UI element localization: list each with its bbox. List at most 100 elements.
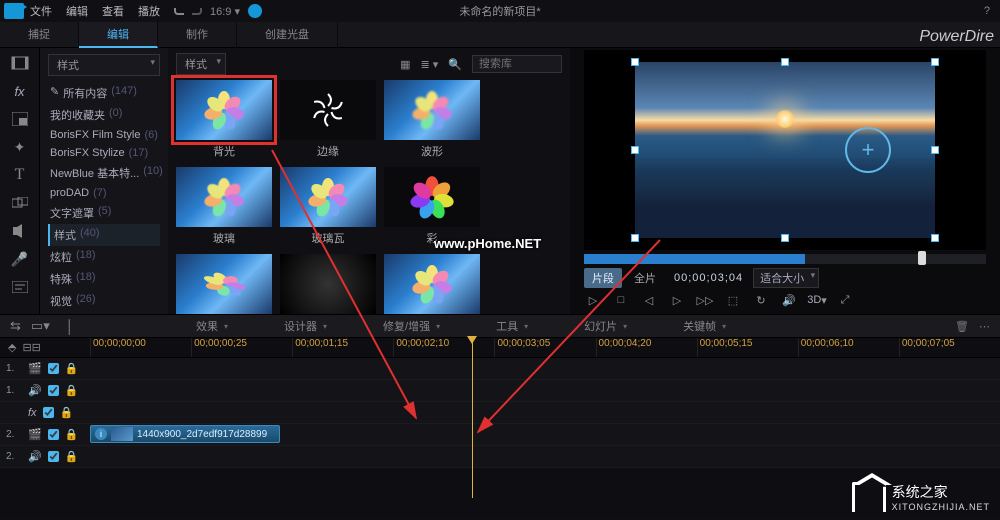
fit-dropdown[interactable]: 适合大小 <box>753 268 819 288</box>
effect-thumb[interactable] <box>176 254 272 314</box>
menu-play[interactable]: 播放 <box>138 3 160 19</box>
redo-icon[interactable] <box>192 8 202 15</box>
track-lane[interactable] <box>90 402 1000 423</box>
rail-voice-icon[interactable]: 🎤 <box>9 250 31 268</box>
tool-fix[interactable]: 修复/增强 <box>355 318 468 334</box>
aspect-dropdown[interactable]: 16:9 ▾ <box>210 5 240 18</box>
effect-card[interactable]: 背光 <box>176 80 272 159</box>
track-enable-checkbox[interactable] <box>48 384 59 397</box>
effect-card[interactable]: 彩 <box>384 167 480 246</box>
sidebar-item-borisfx-stylize[interactable]: BorisFX Stylize(17) <box>48 144 160 162</box>
track-lock-icon[interactable]: 🔒 <box>60 406 74 419</box>
prev-frame-button[interactable]: ◁ <box>640 292 658 308</box>
split-icon[interactable]: ⊟⊟ <box>22 341 40 354</box>
rail-title-icon[interactable]: T <box>9 166 31 184</box>
tool-effect[interactable]: 效果 <box>168 318 256 334</box>
notification-icon[interactable] <box>248 4 262 18</box>
3d-dropdown[interactable]: 3D ▾ <box>808 292 826 308</box>
effect-card[interactable] <box>176 254 272 314</box>
next-frame-button[interactable]: ▷ <box>668 292 686 308</box>
effect-thumb[interactable] <box>384 254 480 314</box>
rail-pip-icon[interactable] <box>9 110 31 128</box>
rail-subtitle-icon[interactable] <box>9 278 31 296</box>
loop-button[interactable]: ↻ <box>752 292 770 308</box>
track-lock-icon[interactable]: 🔒 <box>65 362 79 375</box>
effect-card[interactable]: 边缘 <box>280 80 376 159</box>
category-combo[interactable]: 样式 <box>48 54 160 76</box>
resize-handle[interactable] <box>781 234 789 242</box>
sidebar-item-borisfx-film[interactable]: BorisFX Film Style(6) <box>48 126 160 144</box>
effect-thumb-wave[interactable] <box>384 80 480 140</box>
effect-thumb-edge[interactable] <box>280 80 376 140</box>
sidebar-item-style[interactable]: 样式(40) <box>48 224 160 246</box>
grid-view-icon[interactable]: ▦ <box>400 58 410 71</box>
ruler-ticks[interactable]: 00;00;00;00 00;00;00;25 00;00;01;15 00;0… <box>90 338 1000 357</box>
resize-handle[interactable] <box>631 58 639 66</box>
effect-thumb-backlight[interactable] <box>176 80 272 140</box>
help-button[interactable]: ? <box>984 5 990 17</box>
marker-icon[interactable]: ⬘ <box>8 341 16 354</box>
tool-keyframe[interactable]: 关键帧 <box>655 318 754 334</box>
volume-icon[interactable]: 🔊 <box>780 292 798 308</box>
sidebar-item-favorites[interactable]: 我的收藏夹(0) <box>48 104 160 126</box>
fast-forward-button[interactable]: ▷▷ <box>696 292 714 308</box>
track-lane[interactable] <box>90 358 1000 379</box>
resize-handle[interactable] <box>931 146 939 154</box>
effect-card[interactable] <box>384 254 480 314</box>
resize-handle[interactable] <box>931 234 939 242</box>
track-lane[interactable]: i1440x900_2d7edf917d28899 <box>90 424 1000 445</box>
menu-file[interactable]: 文件 <box>30 3 52 19</box>
track-lock-icon[interactable]: 🔒 <box>65 384 79 397</box>
timeline-clip[interactable]: i1440x900_2d7edf917d28899 <box>90 425 280 443</box>
sidebar-item-textmask[interactable]: 文字遮罩(5) <box>48 202 160 224</box>
sidebar-item-visual[interactable]: 视觉(26) <box>48 290 160 312</box>
play-button[interactable]: ▷ <box>584 292 602 308</box>
playhead[interactable] <box>472 338 473 498</box>
sort-combo[interactable]: 样式 <box>176 53 226 75</box>
menu-edit[interactable]: 编辑 <box>66 3 88 19</box>
effect-card[interactable]: 波形 <box>384 80 480 159</box>
scrub-knob[interactable] <box>918 251 926 265</box>
sidebar-item-all[interactable]: ✎所有内容(147) <box>48 82 160 104</box>
sidebar-item-particle[interactable]: 炫粒(18) <box>48 246 160 268</box>
tab-disc[interactable]: 创建光盘 <box>237 22 338 48</box>
track-enable-checkbox[interactable] <box>48 428 59 441</box>
track-view-icon[interactable]: ▭▾ <box>31 318 50 334</box>
timecode-display[interactable]: 00;00;03;04 <box>674 272 743 284</box>
undo-icon[interactable] <box>174 8 184 15</box>
timeline-ruler[interactable]: ⬘ ⊟⊟ 00;00;00;00 00;00;00;25 00;00;01;15… <box>0 338 1000 358</box>
effect-card[interactable] <box>280 254 376 314</box>
effect-thumb-glass[interactable] <box>176 167 272 227</box>
tracks-menu-icon[interactable]: ⇆ <box>10 318 21 334</box>
add-overlay-button[interactable]: + <box>845 127 891 173</box>
effect-thumb-glasstile[interactable] <box>280 167 376 227</box>
track-mgr-icon[interactable]: │ <box>66 319 74 334</box>
resize-handle[interactable] <box>631 234 639 242</box>
track-lock-icon[interactable]: 🔒 <box>65 428 79 441</box>
snapshot-button[interactable]: ⬚ <box>724 292 742 308</box>
tool-tools[interactable]: 工具 <box>468 318 556 334</box>
sidebar-item-special[interactable]: 特殊(18) <box>48 268 160 290</box>
stop-button[interactable]: □ <box>612 292 630 308</box>
effect-card[interactable]: 玻璃 <box>176 167 272 246</box>
track-lane[interactable] <box>90 380 1000 401</box>
track-lock-icon[interactable]: 🔒 <box>65 450 79 463</box>
trash-icon[interactable]: 🗑 <box>955 320 969 333</box>
track-enable-checkbox[interactable] <box>48 362 59 375</box>
track-enable-checkbox[interactable] <box>48 450 59 463</box>
sidebar-item-newblue[interactable]: NewBlue 基本特...(10) <box>48 162 160 184</box>
sidebar-item-prodad[interactable]: proDAD(7) <box>48 184 160 202</box>
resize-handle[interactable] <box>781 58 789 66</box>
effect-card[interactable]: 玻璃瓦 <box>280 167 376 246</box>
tab-edit[interactable]: 编辑 <box>79 22 158 48</box>
mode-movie-button[interactable]: 全片 <box>626 268 664 288</box>
resize-handle[interactable] <box>931 58 939 66</box>
track-enable-checkbox[interactable] <box>43 406 54 419</box>
rail-audio-icon[interactable] <box>9 222 31 240</box>
track-lane[interactable] <box>90 446 1000 467</box>
menu-view[interactable]: 查看 <box>102 3 124 19</box>
tool-designer[interactable]: 设计器 <box>256 318 355 334</box>
rail-fx-icon[interactable]: fx <box>9 82 31 100</box>
rail-media-icon[interactable] <box>9 54 31 72</box>
effect-thumb-color[interactable] <box>384 167 480 227</box>
